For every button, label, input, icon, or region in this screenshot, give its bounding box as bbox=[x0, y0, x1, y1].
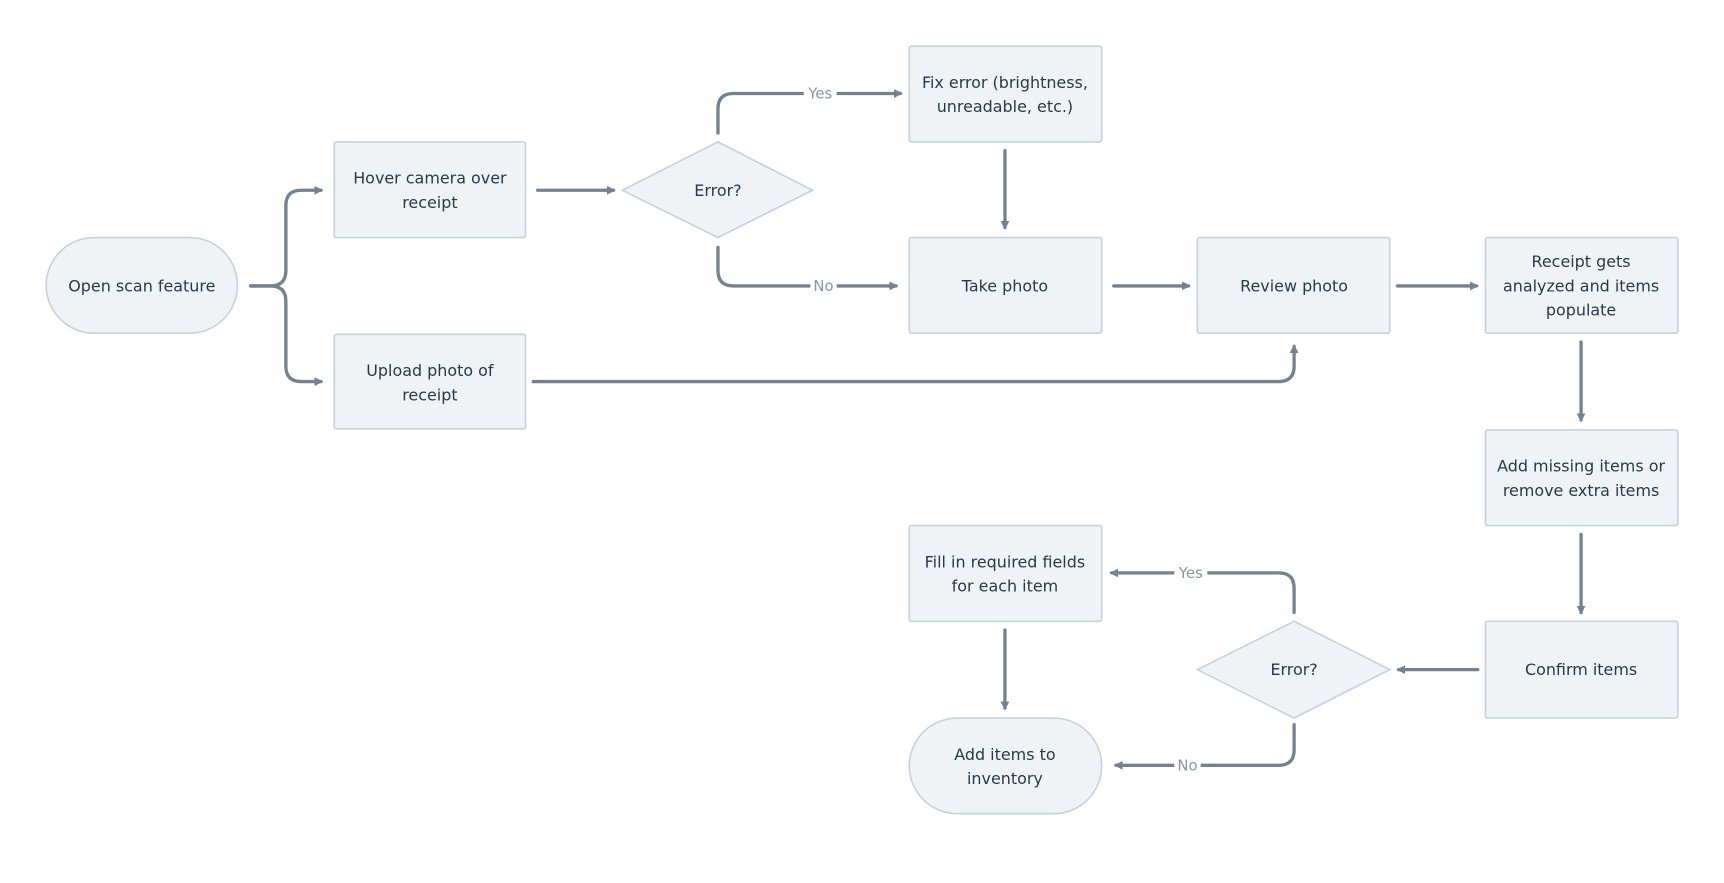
svg-text:populate: populate bbox=[1546, 301, 1616, 320]
edge-upload-to-review bbox=[531, 344, 1299, 384]
node-confirm-items: Confirm items bbox=[1484, 620, 1679, 719]
svg-text:remove extra items: remove extra items bbox=[1503, 481, 1660, 500]
svg-text:No: No bbox=[1177, 757, 1197, 774]
edge-error2-no bbox=[1113, 722, 1296, 770]
svg-text:receipt: receipt bbox=[402, 193, 457, 212]
svg-text:Add missing items or: Add missing items or bbox=[1497, 457, 1665, 476]
svg-text:Open scan feature: Open scan feature bbox=[68, 276, 215, 295]
node-error-decision-2: Error? bbox=[1195, 620, 1392, 719]
flowchart: Yes No Yes No Open scan feature Hover ca… bbox=[45, 45, 1679, 815]
svg-text:Error?: Error? bbox=[694, 181, 741, 200]
edge-open-to-hover bbox=[249, 185, 324, 288]
svg-text:Error?: Error? bbox=[1270, 660, 1317, 679]
svg-text:Take photo: Take photo bbox=[961, 276, 1048, 295]
edge-label-error2-yes: Yes bbox=[1174, 562, 1208, 583]
svg-text:Yes: Yes bbox=[807, 86, 832, 103]
svg-text:Receipt gets: Receipt gets bbox=[1532, 252, 1631, 271]
node-fill-required-fields: Fill in required fields for each item bbox=[908, 524, 1103, 623]
node-review-photo: Review photo bbox=[1196, 236, 1391, 335]
edge-label-error1-no: No bbox=[810, 276, 837, 296]
edge-label-error1-yes: Yes bbox=[803, 83, 837, 104]
svg-text:Add items to: Add items to bbox=[954, 745, 1055, 764]
node-hover-camera: Hover camera over receipt bbox=[333, 141, 527, 239]
edge-label-error2-no: No bbox=[1174, 755, 1201, 776]
node-open-scan-feature: Open scan feature bbox=[45, 236, 239, 335]
node-add-items-to-inventory: Add items to inventory bbox=[908, 717, 1103, 815]
svg-text:unreadable, etc.): unreadable, etc.) bbox=[937, 97, 1073, 116]
svg-text:No: No bbox=[813, 278, 833, 295]
node-receipt-analyzed: Receipt gets analyzed and items populate bbox=[1484, 236, 1679, 335]
svg-text:for each item: for each item bbox=[952, 577, 1059, 596]
node-take-photo: Take photo bbox=[908, 236, 1103, 335]
node-error-decision-1: Error? bbox=[620, 140, 815, 239]
edge-open-to-upload bbox=[249, 284, 324, 386]
svg-text:Review photo: Review photo bbox=[1240, 276, 1348, 295]
edge-error1-no bbox=[716, 245, 899, 291]
svg-text:inventory: inventory bbox=[967, 769, 1043, 788]
svg-text:receipt: receipt bbox=[402, 385, 457, 404]
svg-text:Confirm items: Confirm items bbox=[1525, 660, 1637, 679]
svg-text:analyzed and items: analyzed and items bbox=[1503, 276, 1659, 295]
node-fix-error: Fix error (brightness, unreadable, etc.) bbox=[908, 45, 1103, 143]
svg-text:Fix error (brightness,: Fix error (brightness, bbox=[922, 73, 1088, 92]
svg-text:Hover camera over: Hover camera over bbox=[353, 169, 507, 188]
node-upload-photo: Upload photo of receipt bbox=[333, 333, 527, 430]
svg-text:Yes: Yes bbox=[1178, 565, 1203, 582]
svg-text:Upload photo of: Upload photo of bbox=[366, 361, 494, 380]
svg-text:Fill in required fields: Fill in required fields bbox=[925, 552, 1086, 571]
node-add-missing-items: Add missing items or remove extra items bbox=[1484, 429, 1679, 527]
